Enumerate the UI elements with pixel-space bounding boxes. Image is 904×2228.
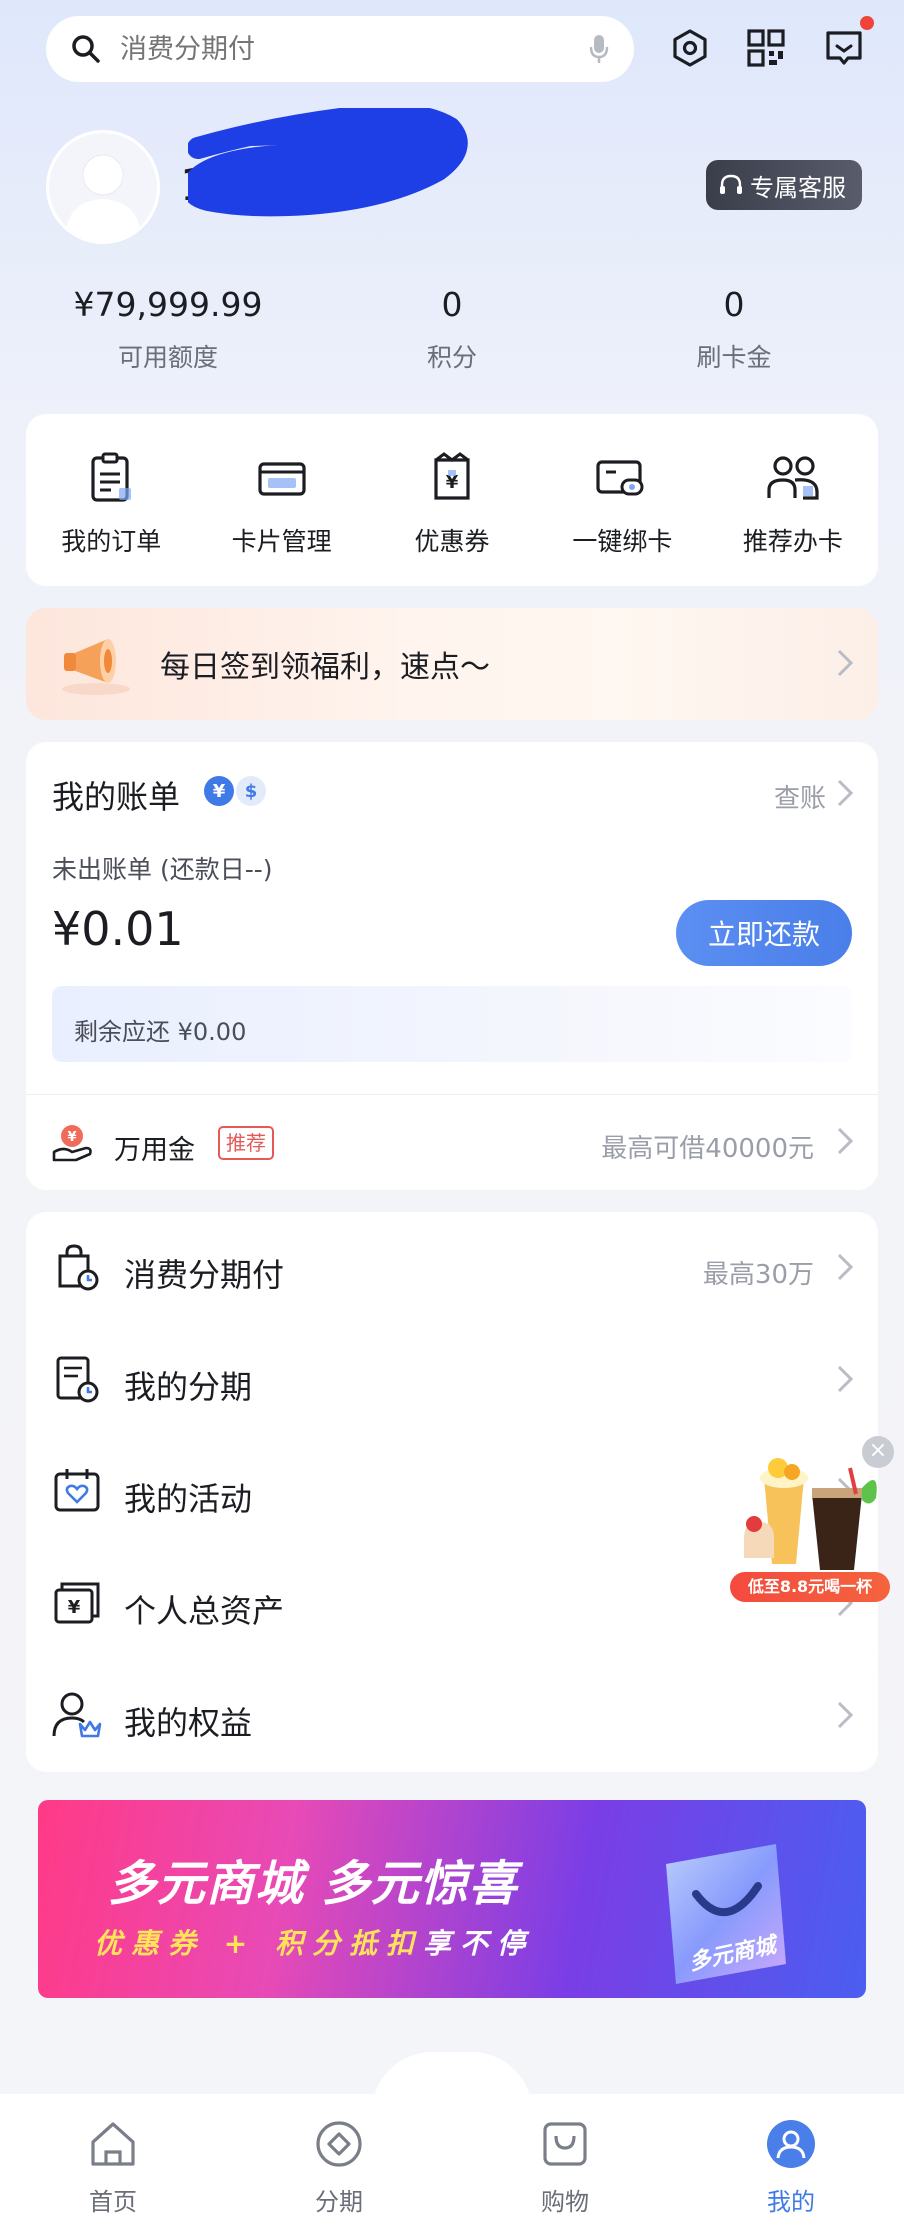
wanyongjin-limit: 最高可借40000元 [601,1134,814,1164]
quick-action-cards[interactable]: 卡片管理 [196,414,366,586]
menu-label: 消费分期付 [124,1256,285,1294]
stat-value: ¥79,999.99 [73,285,263,324]
nav-home[interactable]: 首页 [0,2094,226,2228]
quick-action-label: 卡片管理 [231,527,332,556]
nav-installment[interactable]: 分期 [226,2094,452,2228]
search-input[interactable] [120,33,588,65]
check-bill-link[interactable]: 查账 [774,778,826,815]
nav-label: 购物 [541,2188,589,2216]
stat-label: 可用额度 [117,343,218,372]
unread-dot [860,16,874,30]
customer-service-button[interactable]: 专属客服 [706,160,862,210]
profile-icon [767,2120,815,2168]
remaining-due: 剩余应还 ¥0.00 [52,986,852,1062]
stat-card-gold[interactable]: 0 刷卡金 [604,285,864,374]
menu-item-my-installment[interactable]: 我的分期 [26,1324,878,1436]
chevron-right-icon [837,1253,854,1281]
microphone-icon[interactable] [588,33,610,65]
divider [26,1094,878,1095]
bottom-nav: 首页 分期 购物 我的 [0,2094,904,2228]
daily-signin-banner[interactable]: 每日签到领福利，速点～ [26,608,878,720]
card-icon [258,462,306,496]
svg-text:¥: ¥ [67,1130,76,1145]
signin-text: 每日签到领福利，速点～ [160,650,490,685]
megaphone-icon [62,639,130,695]
quick-action-label: 推荐办卡 [742,527,843,556]
stat-label: 刷卡金 [696,343,772,372]
banner-subtitle: 优惠券 + 积分抵扣享不停 [94,1922,534,1962]
chevron-right-icon [837,649,854,677]
svg-text:¥: ¥ [68,1597,81,1618]
bind-card-icon [596,460,644,496]
rmb-coin-icon: ¥ [204,776,234,806]
wanyongjin-icon: ¥ [52,1125,92,1162]
menu-label: 我的权益 [124,1704,253,1742]
assets-icon: ¥ [54,1582,100,1624]
promo-tag: 低至8.8元喝一杯 [730,1572,890,1602]
menu-label: 我的分期 [124,1368,253,1406]
bill-amount: ¥0.01 [52,902,184,956]
quick-actions: 我的订单 卡片管理 ¥ 优惠券 一键绑卡 推荐办卡 [26,414,878,586]
headset-icon [720,174,742,194]
search-icon [72,35,100,63]
settings-icon[interactable] [664,22,716,74]
recommend-tag: 推荐 [218,1126,274,1160]
coupon-icon: ¥ [434,452,470,500]
customer-service-label: 专属客服 [750,173,846,202]
menu-item-my-rights[interactable]: 我的权益 [26,1660,878,1772]
menu-right-text: 最高30万 [702,1260,814,1290]
stat-value: 0 [723,285,745,324]
quick-action-orders[interactable]: 我的订单 [26,414,196,586]
my-installment-icon [56,1356,99,1403]
nav-label: 首页 [89,2188,137,2216]
wanyongjin-label[interactable]: 万用金 [114,1128,195,1167]
quick-action-label: 一键绑卡 [572,527,673,556]
stat-label: 积分 [426,343,477,372]
chevron-right-icon [837,1365,854,1393]
repay-now-button[interactable]: 立即还款 [676,900,852,966]
chevron-right-icon[interactable] [836,778,854,808]
installment-icon [316,2121,362,2167]
close-icon[interactable]: × [862,1436,894,1468]
nav-label: 分期 [315,2188,363,2216]
nav-shopping[interactable]: 购物 [452,2094,678,2228]
bill-title: 我的账单 [52,778,181,816]
quick-action-coupons[interactable]: ¥ 优惠券 [367,414,537,586]
quick-action-label: 我的订单 [61,527,162,556]
usd-coin-icon: $ [236,776,266,806]
chevron-right-icon [837,1701,854,1729]
quick-action-label: 优惠券 [414,527,490,556]
menu-label: 个人总资产 [124,1592,285,1630]
rights-icon [52,1692,102,1738]
redaction-scribble [188,108,468,217]
avatar[interactable] [46,130,160,244]
banner-subtitle-rest: 享不停 [422,1927,534,1960]
stat-credit[interactable]: ¥79,999.99 可用额度 [38,285,298,374]
menu-item-consumer-installment[interactable]: 消费分期付 最高30万 [26,1212,878,1324]
nav-mine[interactable]: 我的 [678,2094,904,2228]
menu-label: 我的活动 [124,1480,253,1518]
stat-value: 0 [441,285,463,324]
home-icon [91,2122,135,2166]
chevron-right-icon[interactable] [836,1126,854,1156]
my-bill-card: 我的账单 ¥ $ 查账 未出账单 (还款日--) ¥0.01 立即还款 剩余应还… [26,742,878,1190]
message-icon[interactable] [818,16,874,74]
shopping-bag-icon [543,2122,587,2166]
recommend-icon [767,456,819,500]
banner-subtitle-highlight: 优惠券 + 积分抵扣 [94,1927,423,1960]
installment-bag-icon [58,1244,99,1291]
quick-action-bind-card[interactable]: 一键绑卡 [537,414,707,586]
order-icon [91,452,132,502]
stat-points[interactable]: 0 积分 [322,285,582,374]
nav-label: 我的 [767,2188,815,2216]
quick-action-recommend[interactable]: 推荐办卡 [708,414,878,586]
search-bar[interactable] [46,16,634,82]
activity-calendar-icon [54,1469,100,1512]
unbilled-label: 未出账单 (还款日--) [52,855,273,884]
mall-banner[interactable]: 多元商城 多元惊喜 优惠券 + 积分抵扣享不停 多元商城 [38,1800,866,1998]
qr-code-icon[interactable] [740,22,792,74]
banner-title: 多元商城 多元惊喜 [108,1856,518,1912]
